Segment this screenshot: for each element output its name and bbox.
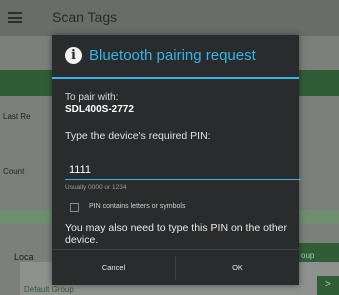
chevron-right-icon: > — [325, 279, 331, 290]
dialog-title-divider — [52, 77, 299, 79]
info-icon: i — [65, 47, 82, 64]
pair-with-label: To pair with: — [65, 92, 119, 103]
app-bar: Scan Tags — [0, 0, 339, 36]
chevron-button[interactable]: > — [317, 276, 339, 295]
cancel-button[interactable]: Cancel — [52, 250, 175, 286]
dialog-title: Bluetooth pairing request — [89, 47, 256, 64]
pin-letters-checkbox-label[interactable]: PIN contains letters or symbols — [89, 203, 185, 210]
pin-letters-checkbox[interactable] — [70, 203, 79, 212]
other-device-note: You may also need to type this PIN on th… — [65, 222, 288, 246]
pin-hint: Usually 0000 or 1234 — [65, 184, 127, 191]
dialog-button-bar: Cancel OK — [52, 249, 299, 286]
hamburger-icon[interactable] — [8, 12, 22, 23]
ok-button[interactable]: OK — [176, 250, 299, 286]
group-button-label: oup — [301, 251, 315, 260]
app-title: Scan Tags — [52, 9, 118, 25]
count-label: Count — [3, 167, 25, 176]
local-label: Loca — [14, 252, 34, 262]
last-read-label: Last Re — [3, 112, 31, 121]
dialog-header: i Bluetooth pairing request — [52, 35, 299, 77]
bluetooth-pairing-dialog: i Bluetooth pairing request To pair with… — [52, 35, 301, 286]
pin-prompt: Type the device's required PIN: — [65, 130, 211, 142]
pin-input[interactable] — [65, 161, 301, 180]
default-group-text: Default Group — [24, 285, 74, 294]
device-name: SDL400S-2772 — [65, 104, 134, 115]
